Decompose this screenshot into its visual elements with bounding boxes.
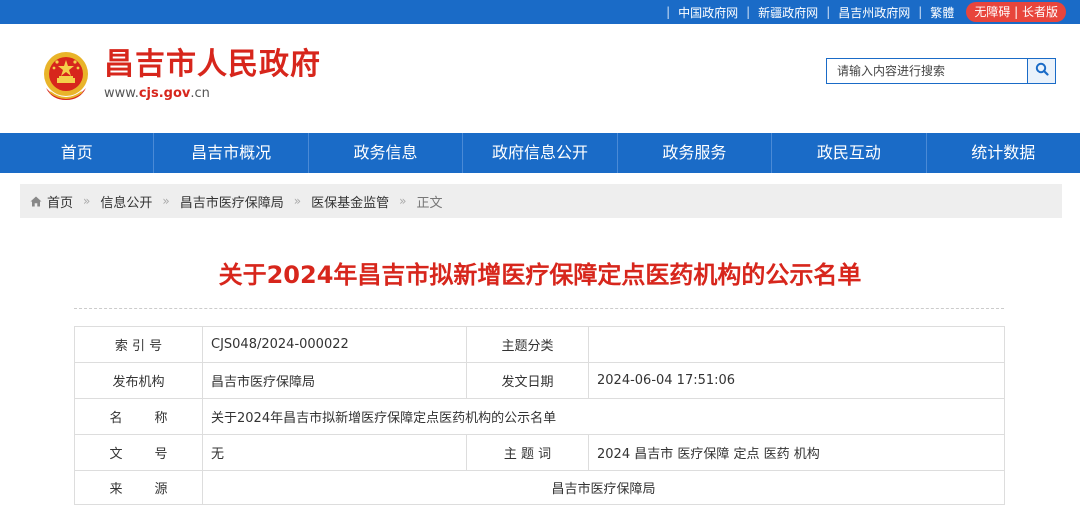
breadcrumb-separator: » <box>399 194 407 208</box>
breadcrumb-current: 正文 <box>416 195 443 211</box>
table-row: 索 引 号 CJS048/2024-000022 主题分类 <box>74 326 1005 363</box>
table-row: 文号 无 主 题 词 2024 昌吉市 医疗保障 定点 医药 机构 <box>74 434 1005 471</box>
search-button[interactable] <box>1027 59 1055 83</box>
nav-item-city-overview[interactable]: 昌吉市概况 <box>154 133 309 173</box>
breadcrumb-info-disclosure[interactable]: 信息公开 <box>100 192 152 211</box>
top-separator: | <box>666 5 671 19</box>
url-suffix: .cn <box>190 86 210 101</box>
breadcrumb-home[interactable]: 首页 <box>47 192 73 211</box>
index-value: CJS048/2024-000022 <box>202 326 467 363</box>
top-bar: | 中国政府网 | 新疆政府网 | 昌吉州政府网 | 繁體 无障碍 | 长者版 <box>0 0 1080 24</box>
name-value: 关于2024年昌吉市拟新增医疗保障定点医药机构的公示名单 <box>202 398 1005 435</box>
date-value: 2024-06-04 17:51:06 <box>588 362 1005 399</box>
index-label: 索 引 号 <box>74 326 203 363</box>
main-nav: 首页 昌吉市概况 政务信息 政府信息公开 政务服务 政民互动 统计数据 <box>0 133 1080 173</box>
issuer-value: 昌吉市医疗保障局 <box>202 362 467 399</box>
nav-item-info-disclosure[interactable]: 政府信息公开 <box>463 133 618 173</box>
docno-label: 文号 <box>109 447 168 462</box>
top-separator: | <box>826 5 831 19</box>
name-label: 名称 <box>109 411 168 426</box>
link-traditional-chinese[interactable]: 繁體 <box>930 4 954 21</box>
keywords-value: 2024 昌吉市 医疗保障 定点 医药 机构 <box>588 434 1005 471</box>
link-changji-prefecture-gov[interactable]: 昌吉州政府网 <box>838 4 910 21</box>
source-label: 来源 <box>109 482 168 497</box>
source-value: 昌吉市医疗保障局 <box>202 470 1005 505</box>
breadcrumb-fund-supervision[interactable]: 医保基金监管 <box>311 192 389 211</box>
breadcrumb-separator: » <box>293 194 302 208</box>
nav-item-statistics[interactable]: 统计数据 <box>927 133 1080 173</box>
category-label: 主题分类 <box>466 326 589 363</box>
nav-item-interaction[interactable]: 政民互动 <box>772 133 927 173</box>
site-url: www.cjs.gov.cn <box>104 86 210 102</box>
nav-item-government-affairs[interactable]: 政务信息 <box>309 133 464 173</box>
name-label-cell: 名称 <box>74 398 203 435</box>
site-name[interactable]: 昌吉市人民政府 <box>104 48 321 82</box>
document-info-table: 索 引 号 CJS048/2024-000022 主题分类 发布机构 昌吉市医疗… <box>74 326 1005 505</box>
search-icon <box>1035 62 1049 80</box>
accessibility-button[interactable]: 无障碍 | 长者版 <box>966 2 1066 22</box>
docno-value: 无 <box>202 434 467 471</box>
search-input[interactable] <box>827 59 1027 83</box>
home-icon <box>30 196 42 207</box>
top-separator: | <box>918 5 923 19</box>
table-row: 发布机构 昌吉市医疗保障局 发文日期 2024-06-04 17:51:06 <box>74 362 1005 399</box>
search-box <box>826 58 1056 84</box>
category-value <box>588 326 1005 363</box>
date-label: 发文日期 <box>466 362 589 399</box>
source-label-cell: 来源 <box>74 470 203 505</box>
docno-label-cell: 文号 <box>74 434 203 471</box>
breadcrumb-medical-security-bureau[interactable]: 昌吉市医疗保障局 <box>180 192 284 211</box>
url-highlight: cjs.gov <box>138 86 191 101</box>
table-row: 来源 昌吉市医疗保障局 <box>74 470 1005 505</box>
url-prefix: www. <box>104 86 139 101</box>
issuer-label: 发布机构 <box>74 362 203 399</box>
link-xinjiang-gov[interactable]: 新疆政府网 <box>758 4 818 21</box>
breadcrumb: 首页 » 信息公开 » 昌吉市医疗保障局 » 医保基金监管 » 正文 <box>20 184 1062 218</box>
nav-item-gov-services[interactable]: 政务服务 <box>618 133 773 173</box>
article-title: 关于2024年昌吉市拟新增医疗保障定点医药机构的公示名单 <box>218 261 862 289</box>
breadcrumb-separator: » <box>83 194 91 208</box>
breadcrumb-separator: » <box>162 194 170 208</box>
table-row: 名称 关于2024年昌吉市拟新增医疗保障定点医药机构的公示名单 <box>74 398 1005 435</box>
keywords-label: 主 题 词 <box>466 434 589 471</box>
national-emblem-icon[interactable] <box>38 48 94 104</box>
top-links: | 中国政府网 | 新疆政府网 | 昌吉州政府网 | 繁體 无障碍 | 长者版 <box>658 0 1066 24</box>
title-divider <box>74 308 1004 309</box>
top-separator: | <box>746 5 751 19</box>
nav-item-home[interactable]: 首页 <box>0 133 155 173</box>
link-china-gov[interactable]: 中国政府网 <box>678 4 738 21</box>
